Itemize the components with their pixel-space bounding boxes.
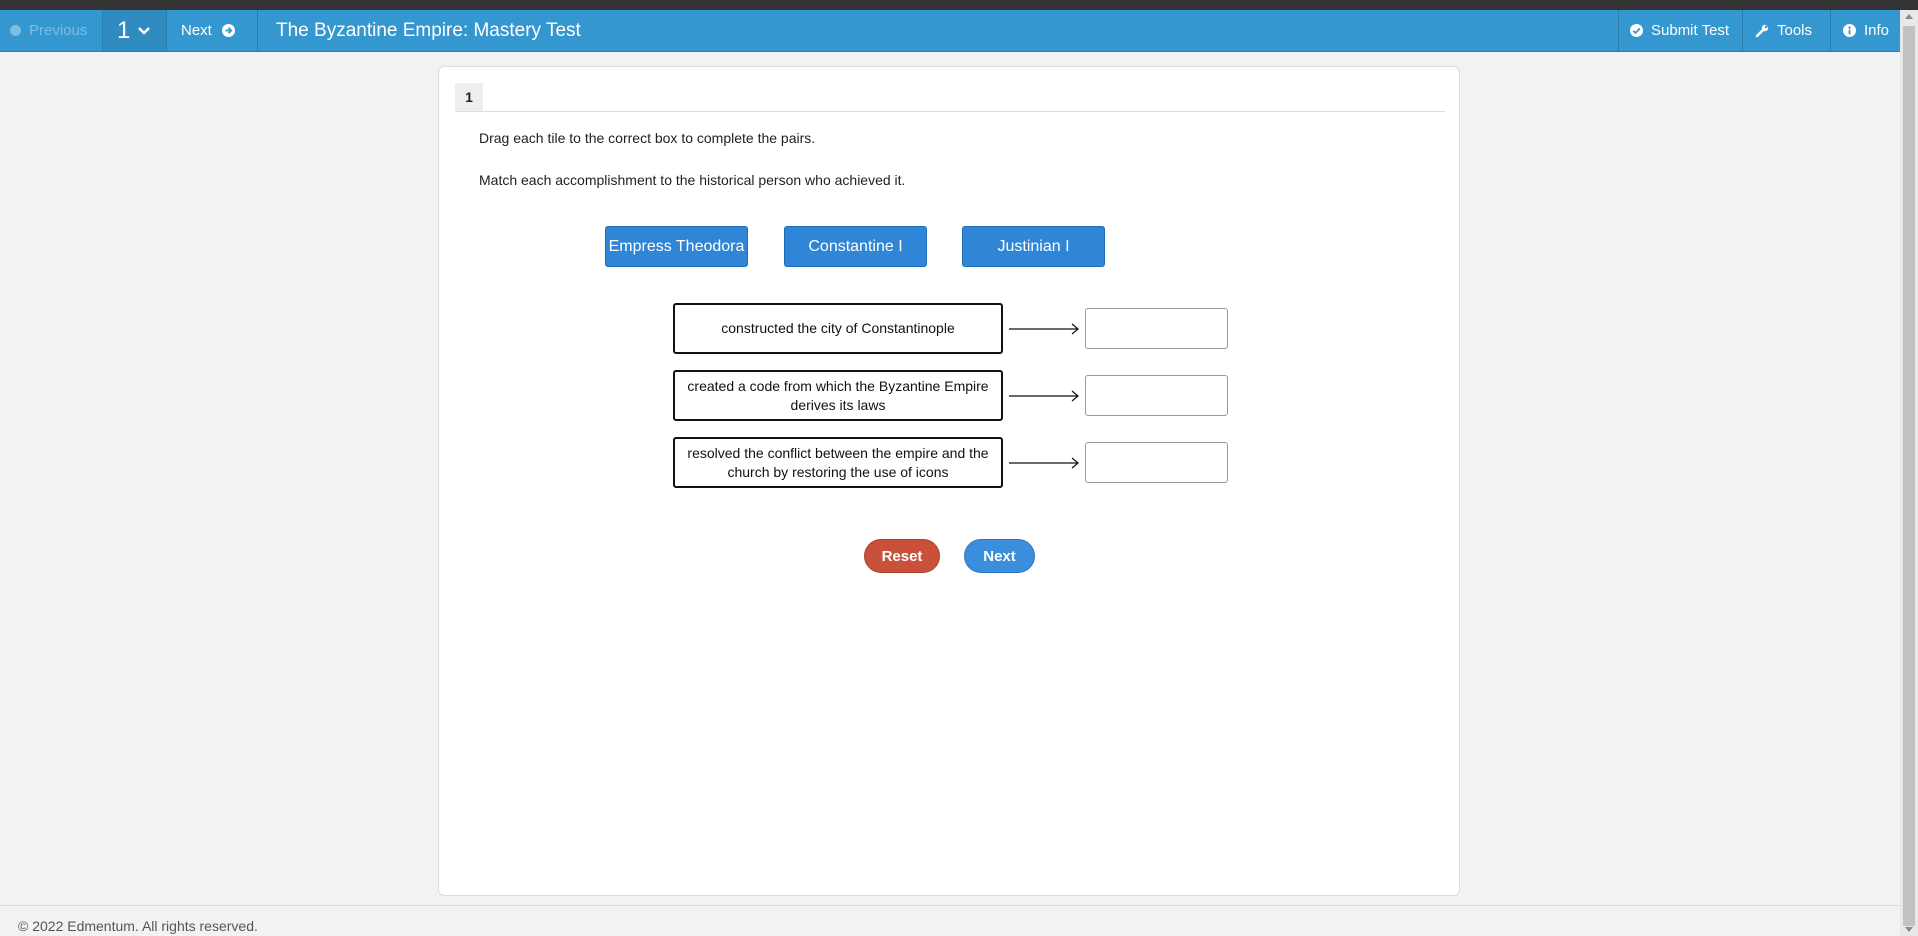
arrow-right-icon	[1009, 457, 1079, 469]
info-icon	[1843, 24, 1856, 37]
scroll-down-icon[interactable]	[1905, 927, 1913, 932]
wrench-icon	[1755, 24, 1769, 37]
scroll-up-icon[interactable]	[1905, 14, 1913, 19]
prompt-constantinople: constructed the city of Constantinople	[673, 303, 1003, 354]
next-button[interactable]: Next	[964, 539, 1035, 573]
next-label: Next	[181, 22, 212, 39]
tab-divider	[455, 111, 1445, 112]
browser-top-strip	[0, 0, 1918, 10]
instruction-match: Match each accomplishment to the histori…	[479, 172, 906, 188]
info-button[interactable]: Info	[1830, 10, 1900, 51]
submit-test-button[interactable]: Submit Test	[1618, 10, 1742, 51]
prompt-restoring-icons: resolved the conflict between the empire…	[673, 437, 1003, 488]
question-tab[interactable]: 1	[455, 83, 483, 111]
reset-button[interactable]: Reset	[864, 539, 940, 573]
check-circle-icon	[1630, 24, 1643, 37]
previous-button[interactable]: Previous	[0, 10, 103, 51]
copyright-text: © 2022 Edmentum. All rights reserved.	[18, 918, 258, 934]
test-title: The Byzantine Empire: Mastery Test	[276, 19, 581, 41]
tile-empress-theodora[interactable]: Empress Theodora	[605, 226, 748, 267]
submit-label: Submit Test	[1651, 22, 1730, 39]
arrow-left-circle-icon	[10, 25, 21, 36]
instruction-drag: Drag each tile to the correct box to com…	[479, 130, 816, 146]
vertical-scrollbar[interactable]	[1900, 10, 1918, 936]
question-number: 1	[117, 16, 131, 44]
chevron-down-icon	[138, 26, 151, 35]
tile-justinian-i[interactable]: Justinian I	[962, 226, 1105, 267]
scroll-thumb[interactable]	[1903, 26, 1915, 926]
top-navbar: Previous 1 Next The Byzantine Empire: Ma…	[0, 10, 1900, 52]
drop-box-3[interactable]	[1085, 442, 1228, 483]
question-number-dropdown[interactable]: 1	[103, 10, 167, 51]
previous-label: Previous	[29, 22, 88, 39]
arrow-right-icon	[1009, 323, 1079, 335]
info-label: Info	[1864, 22, 1890, 39]
footer-divider	[0, 905, 1900, 906]
drop-box-1[interactable]	[1085, 308, 1228, 349]
tools-button[interactable]: Tools	[1742, 10, 1830, 51]
tools-label: Tools	[1777, 22, 1813, 39]
question-panel: 1 Drag each tile to the correct box to c…	[438, 66, 1460, 896]
drop-box-2[interactable]	[1085, 375, 1228, 416]
next-question-button[interactable]: Next	[167, 10, 258, 51]
prompt-code-of-laws: created a code from which the Byzantine …	[673, 370, 1003, 421]
tile-constantine-i[interactable]: Constantine I	[784, 226, 927, 267]
arrow-right-circle-icon	[221, 24, 235, 37]
arrow-right-icon	[1009, 390, 1079, 402]
